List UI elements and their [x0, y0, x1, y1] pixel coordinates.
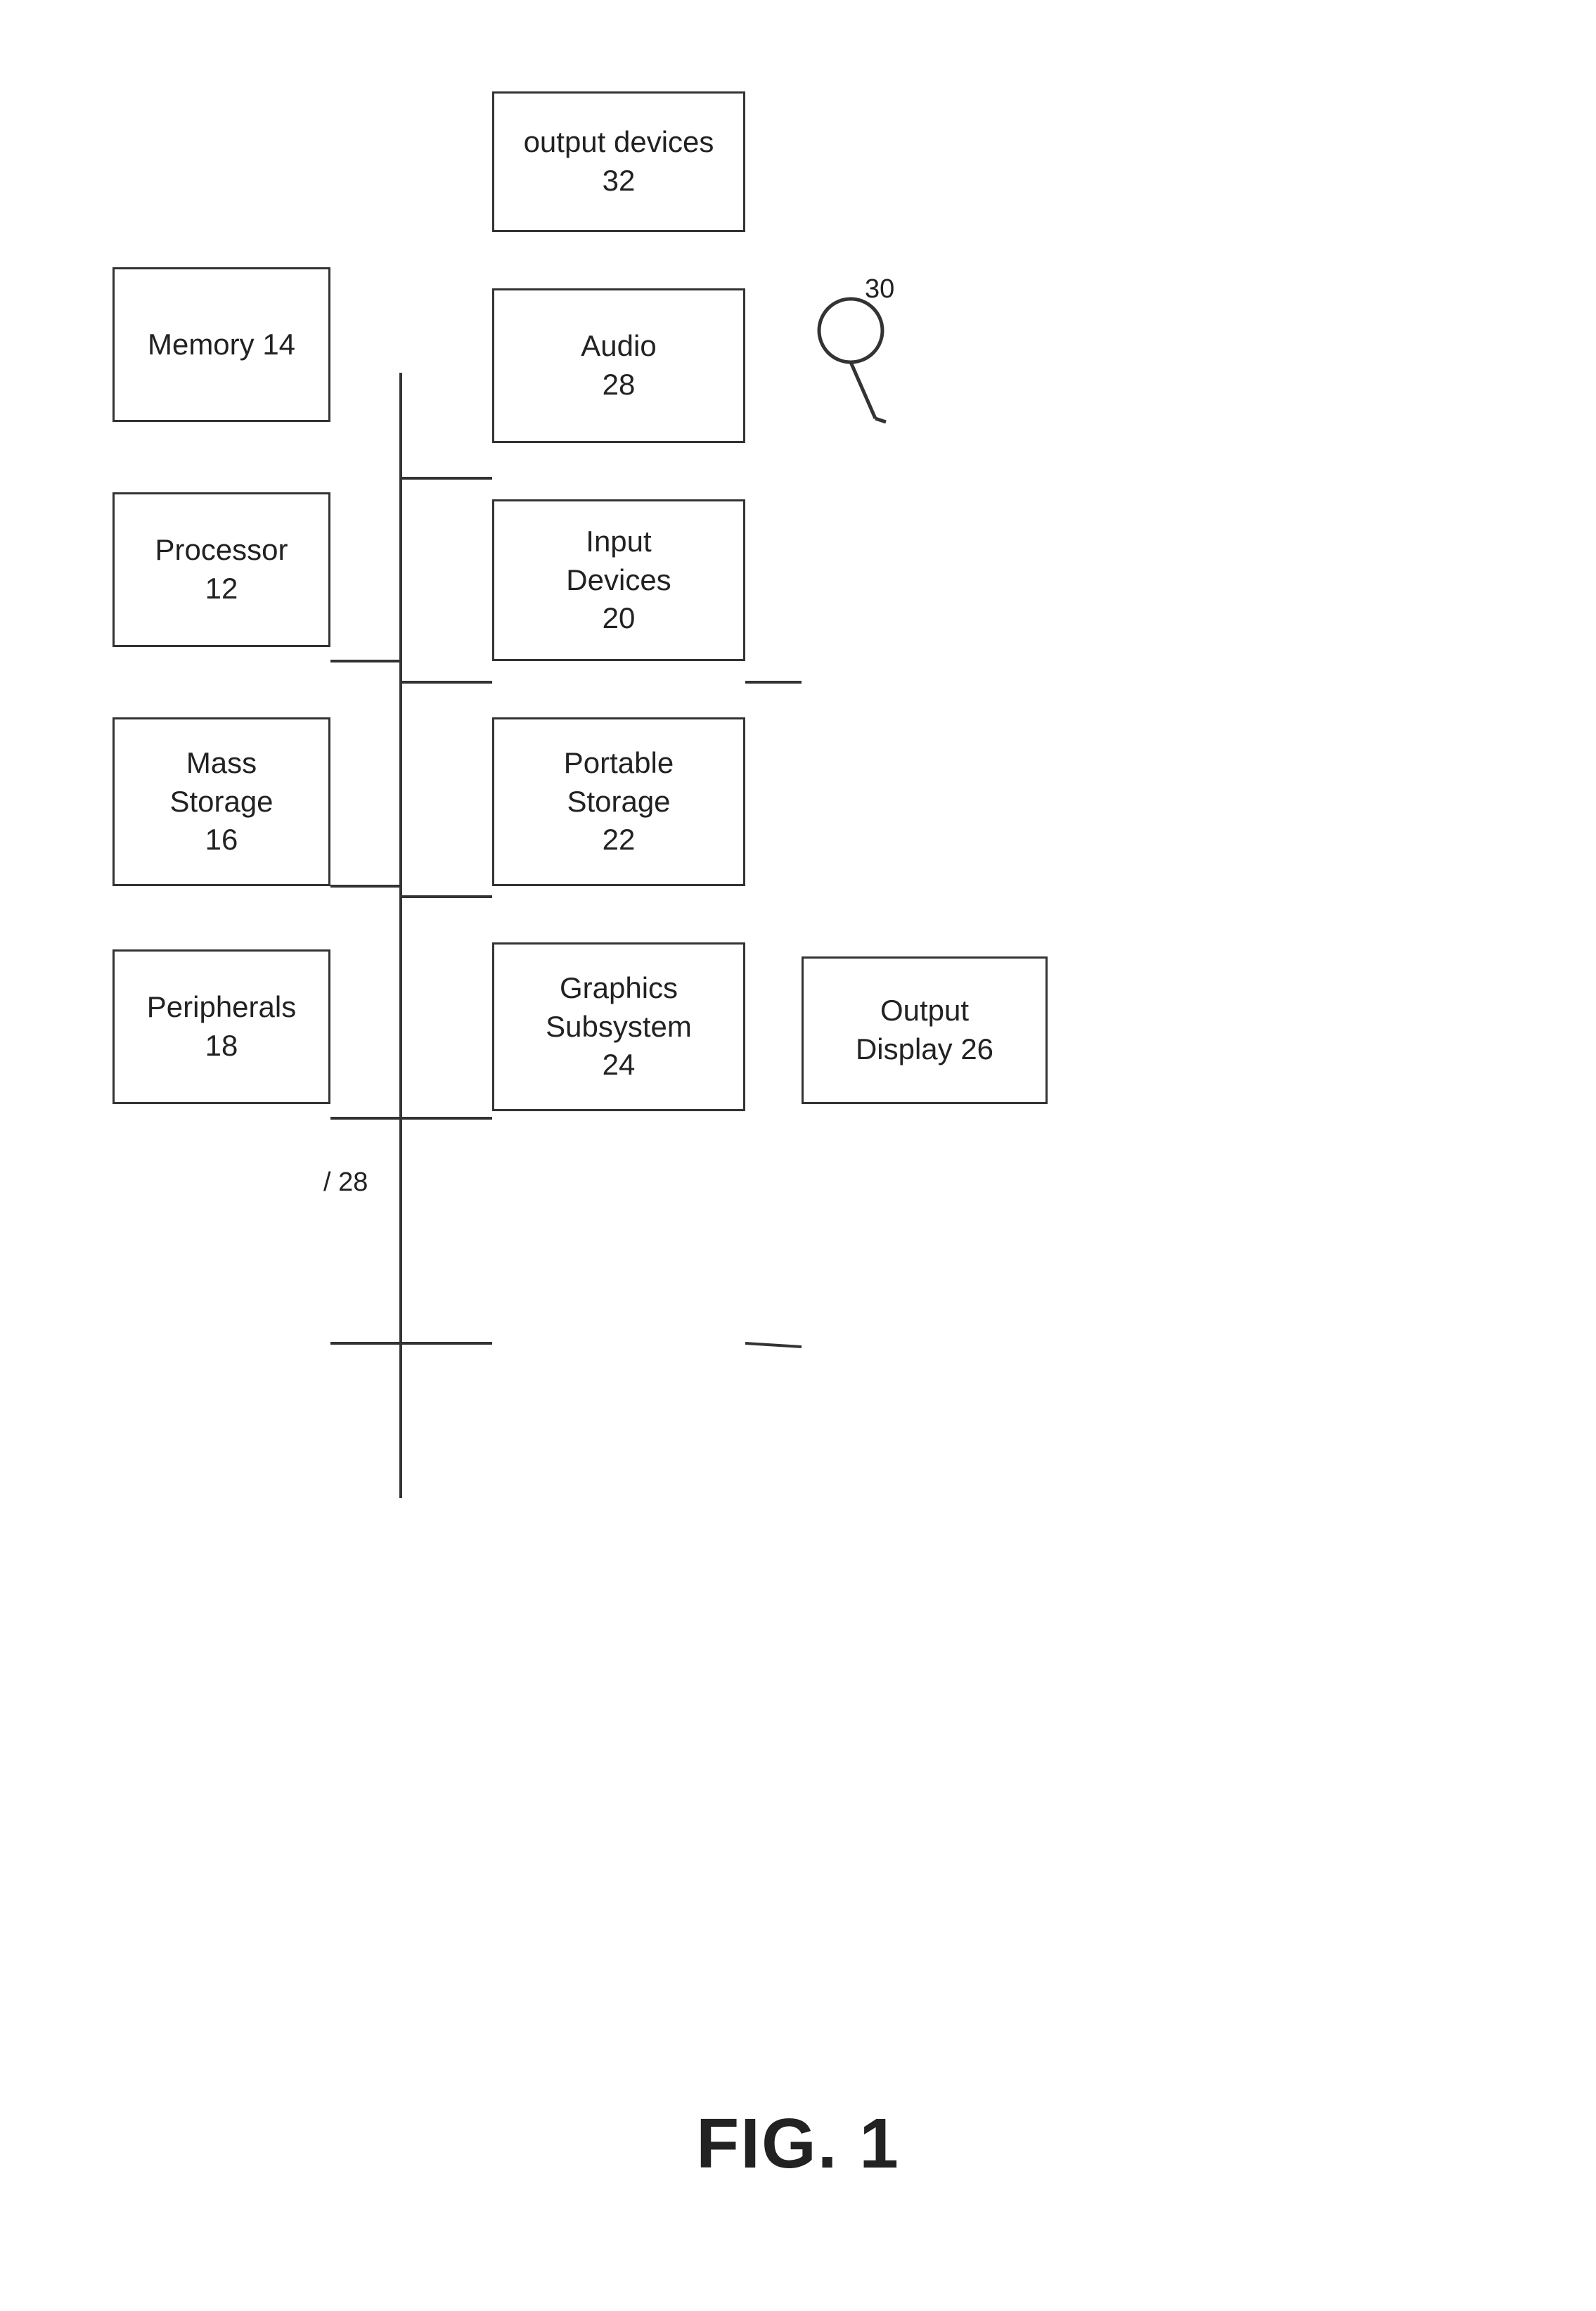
- processor-label: Processor12: [155, 531, 288, 608]
- graphics-subsystem-box: GraphicsSubsystem24: [492, 942, 745, 1111]
- graphics-subsystem-label: GraphicsSubsystem24: [546, 969, 692, 1084]
- diagram: Memory 14 Processor12 MassStorage16 Peri…: [56, 56, 1540, 2025]
- figure-caption: FIG. 1: [0, 2104, 1596, 2184]
- input-devices-label: InputDevices20: [566, 523, 671, 638]
- output-display-box: OutputDisplay 26: [802, 956, 1048, 1104]
- portable-storage-label: PortableStorage22: [564, 744, 674, 859]
- microphone-icon: [794, 295, 907, 440]
- audio-label: Audio28: [581, 327, 656, 404]
- memory-box: Memory 14: [112, 267, 330, 422]
- bus-label-text: / 28: [323, 1167, 368, 1197]
- output-devices-box: output devices32: [492, 91, 745, 232]
- memory-label: Memory 14: [148, 326, 295, 364]
- figure-title: FIG. 1: [696, 2104, 900, 2183]
- input-devices-box: InputDevices20: [492, 499, 745, 661]
- mic-label: 30: [865, 274, 894, 305]
- bus-label: / 28: [323, 1167, 368, 1198]
- portable-storage-box: PortableStorage22: [492, 717, 745, 886]
- output-devices-label: output devices32: [524, 123, 714, 200]
- mass-storage-box: MassStorage16: [112, 717, 330, 886]
- processor-box: Processor12: [112, 492, 330, 647]
- audio-box: Audio28: [492, 288, 745, 443]
- peripherals-label: Peripherals18: [147, 988, 296, 1065]
- mic-label-text: 30: [865, 274, 894, 304]
- mass-storage-label: MassStorage16: [169, 744, 273, 859]
- output-display-label: OutputDisplay 26: [856, 992, 993, 1068]
- peripherals-box: Peripherals18: [112, 949, 330, 1104]
